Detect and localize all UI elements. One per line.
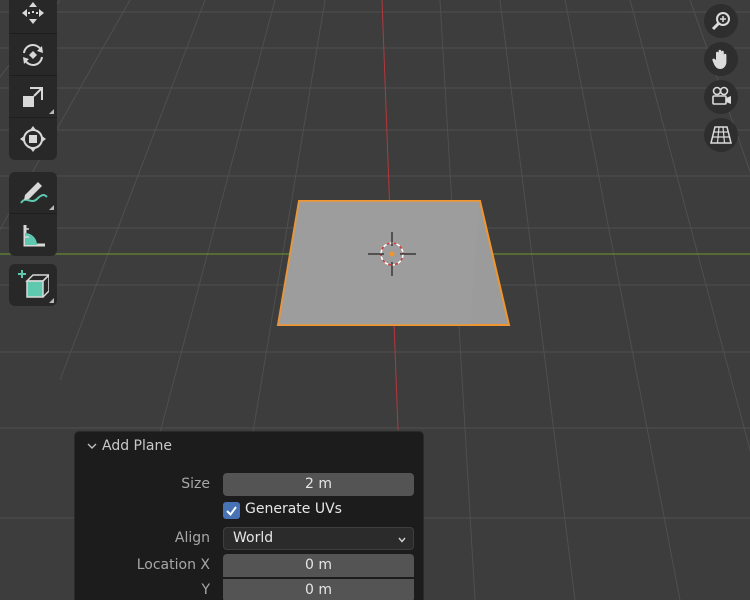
location-x-field[interactable]: 0 m (223, 554, 414, 577)
align-row: Align World (75, 527, 423, 551)
transform-tool-button[interactable] (9, 118, 57, 160)
add-plane-operator-panel: Add Plane Size 2 m Generate UVs Align Wo… (74, 431, 424, 600)
size-row: Size 2 m (75, 473, 423, 497)
panel-header[interactable]: Add Plane (75, 432, 423, 462)
3d-viewport[interactable]: Add Plane Size 2 m Generate UVs Align Wo… (0, 0, 750, 600)
transform-tools-group (9, 0, 57, 160)
magnifier-icon (711, 12, 730, 31)
transform-icon (20, 126, 46, 152)
generate-uvs-checkbox[interactable] (223, 502, 240, 519)
size-field[interactable]: 2 m (223, 473, 414, 496)
add-tools-group (9, 264, 57, 306)
scale-icon (23, 86, 43, 107)
add-cube-tool-button[interactable] (9, 264, 57, 306)
tool-options-corner (49, 109, 54, 114)
chevron-down-icon (87, 443, 97, 449)
hand-icon (712, 49, 727, 69)
move-arrows-icon (22, 1, 44, 24)
rotate-tool-button[interactable] (9, 34, 57, 76)
location-y-label: Y (201, 582, 210, 598)
add-cube-icon (18, 270, 49, 298)
location-x-label: Location X (136, 557, 210, 573)
ruler-icon (23, 225, 45, 247)
align-label: Align (174, 530, 210, 546)
pan-button[interactable] (704, 42, 738, 76)
rotate-icon (23, 43, 43, 66)
generate-uvs-row: Generate UVs (75, 500, 423, 524)
chevron-down-icon (398, 537, 406, 543)
location-y-row: Y 0 m (75, 579, 423, 600)
move-tool-button[interactable] (9, 0, 57, 34)
annotate-tools-group (9, 172, 57, 256)
pencil-icon (20, 181, 48, 204)
annotate-tool-button[interactable] (9, 172, 57, 214)
zoom-button[interactable] (704, 4, 738, 38)
grid-icon (710, 126, 732, 144)
align-dropdown[interactable]: World (223, 527, 414, 550)
measure-tool-button[interactable] (9, 214, 57, 256)
panel-title: Add Plane (102, 438, 172, 454)
generate-uvs-label[interactable]: Generate UVs (245, 501, 342, 517)
camera-icon (712, 86, 731, 105)
size-label: Size (181, 476, 210, 492)
align-selected-value: World (233, 530, 274, 546)
tool-options-corner (49, 205, 54, 210)
scale-tool-button[interactable] (9, 76, 57, 118)
camera-view-button[interactable] (704, 80, 738, 114)
perspective-toggle-button[interactable] (704, 118, 738, 152)
location-x-row: Location X 0 m (75, 554, 423, 578)
tool-options-corner (49, 298, 54, 303)
checkmark-icon (226, 506, 237, 517)
location-y-field[interactable]: 0 m (223, 579, 414, 600)
